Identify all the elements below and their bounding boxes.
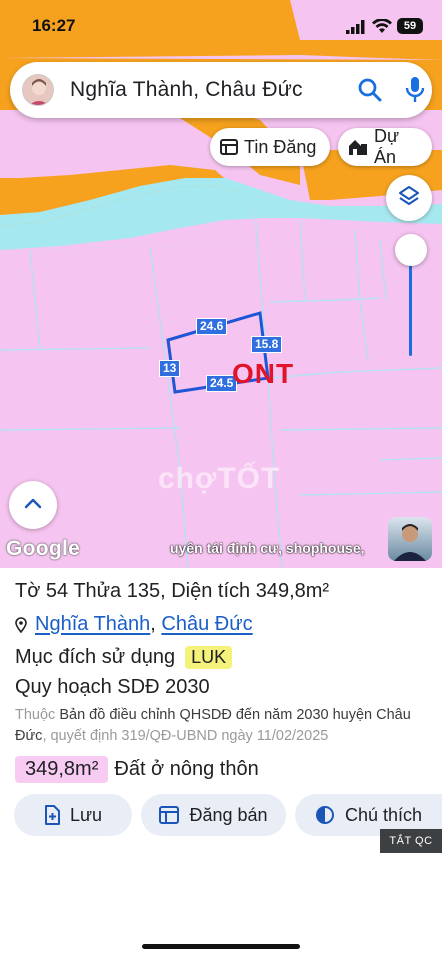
area-row: 349,8m² Đất ở nông thôn [15, 756, 259, 783]
search-bar[interactable]: Nghĩa Thành, Châu Đức [10, 62, 432, 118]
plan-source-prefix: Thuộc [15, 707, 56, 723]
opacity-slider-knob[interactable] [395, 234, 427, 266]
contrast-icon [315, 805, 335, 825]
expand-panel-button[interactable] [9, 481, 57, 529]
save-button[interactable]: Lưu [14, 794, 132, 836]
parcel-info-panel: Tờ 54 Thửa 135, Diện tích 349,8m² Nghĩa … [0, 568, 442, 960]
plan-source: Thuộc Bản đồ điều chỉnh QHSDĐ đến năm 20… [15, 705, 427, 747]
land-use-code-badge: LUK [185, 646, 233, 669]
chip-tin-dang[interactable]: Tin Đăng [210, 128, 330, 166]
area-badge: 349,8m² [15, 756, 109, 783]
home-indicator [142, 944, 300, 949]
wifi-icon [372, 18, 392, 39]
parcel-edge-label: 13 [159, 360, 181, 377]
chip-du-an[interactable]: Dự Án [338, 126, 432, 167]
watermark: chợTỐT [158, 462, 281, 495]
cell-signal-icon [346, 20, 366, 39]
ad-ticker[interactable]: uyên tái định cư, shophouse, [170, 540, 365, 556]
mic-icon[interactable] [404, 76, 426, 109]
district-link[interactable]: Châu Đức [161, 613, 252, 636]
layers-icon [397, 184, 421, 213]
search-query[interactable]: Nghĩa Thành, Châu Đức [70, 78, 303, 102]
search-icon[interactable] [357, 77, 383, 108]
layers-button[interactable] [386, 175, 432, 221]
add-file-icon [44, 805, 60, 825]
google-logo: Google [6, 537, 81, 560]
parcel-edge-label: 24.6 [196, 318, 228, 335]
map-view[interactable]: 16:27 59 Nghĩa Thành, Châu Đức Tin Đăng … [0, 0, 442, 568]
land-use-row: Mục đích sử dụng LUK [15, 646, 233, 669]
chip-tin-dang-label: Tin Đăng [244, 136, 317, 157]
post-for-sale-button[interactable]: Đăng bán [141, 794, 286, 836]
clock: 16:27 [32, 16, 76, 35]
ward-link[interactable]: Nghĩa Thành [35, 613, 150, 636]
plan-source-decision: , quyết định 319/QĐ-UBND ngày 11/02/2025 [42, 728, 329, 744]
save-button-label: Lưu [69, 804, 103, 825]
ad-thumbnail[interactable] [388, 517, 432, 561]
location-row: Nghĩa Thành , Châu Đức [15, 613, 253, 636]
battery-indicator: 59 [397, 18, 423, 34]
status-bar: 16:27 59 [0, 0, 442, 52]
post-button-label: Đăng bán [189, 804, 268, 825]
parcel-title: Tờ 54 Thửa 135, Diện tích 349,8m² [15, 580, 330, 602]
land-type-label: Đất ở nông thôn [114, 758, 259, 780]
legend-button-label: Chú thích [344, 804, 423, 825]
disable-ads-button[interactable]: TẮT QC [380, 829, 442, 853]
zone-code-label: ONT [232, 358, 295, 389]
chevron-up-icon [24, 496, 42, 514]
pin-icon [15, 616, 27, 633]
plan-heading: Quy hoạch SDĐ 2030 [15, 676, 210, 698]
land-use-label: Mục đích sử dụng [15, 646, 176, 668]
chip-du-an-label: Dự Án [374, 126, 400, 167]
profile-avatar[interactable] [22, 74, 54, 106]
listing-icon [159, 806, 180, 824]
building-icon [348, 138, 368, 156]
parcel-edge-label: 15.8 [251, 336, 283, 353]
listing-icon [220, 139, 238, 155]
